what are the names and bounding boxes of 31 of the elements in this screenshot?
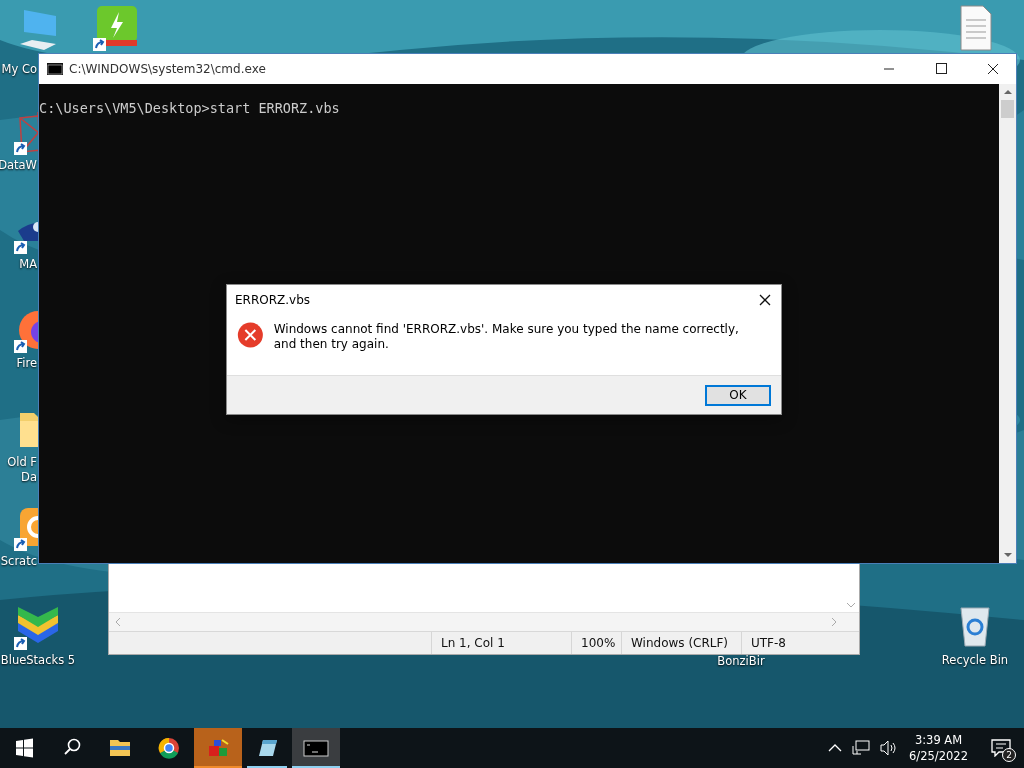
console-icon[interactable] [292,728,340,768]
notifications-icon[interactable] [991,739,1011,757]
icon-label: My Co [1,62,37,77]
icon-label: Fire [16,356,37,371]
icon-label: BonziBir [717,654,765,669]
window-title: C:\WINDOWS\system32\cmd.exe [69,62,266,76]
console-icon [47,63,63,75]
chevron-up-icon[interactable] [828,743,843,753]
clock-date[interactable]: 6/25/2022 [909,748,968,764]
status-text: Ln 1, Col 1 [431,632,571,654]
icon-label: Old F [7,455,37,470]
scroll-thumb[interactable] [1001,100,1014,118]
status-text: UTF-8 [741,632,841,654]
icon-label: Recycle Bin [941,653,1009,668]
icon-label: MA [19,257,37,272]
clock-time[interactable]: 3:39 AM [914,732,963,748]
ok-button[interactable]: OK [705,384,771,406]
status-text: 100% [571,632,621,654]
notification-badge: 2 [1002,748,1016,762]
icon-label: Da [21,470,37,485]
dialog-title: ERRORZ.vbs [235,293,311,307]
network-icon[interactable] [852,740,871,756]
error-message: Windows cannot find 'ERRORZ.vbs'. Make sure you typed the name correctly, and then try again. [273,321,740,352]
icon-label: BlueStacks 5 [0,653,76,668]
vertical-scrollbar[interactable] [999,84,1016,563]
close-icon[interactable] [759,294,771,306]
status-text: Windows (CRLF) [621,632,741,654]
volume-icon[interactable] [880,740,899,756]
icon-label: DataW [0,158,37,173]
icon-label: Scratc [0,554,37,569]
console-line: C:\Users\VM5\Desktop>start ERRORZ.vbs [39,100,341,116]
